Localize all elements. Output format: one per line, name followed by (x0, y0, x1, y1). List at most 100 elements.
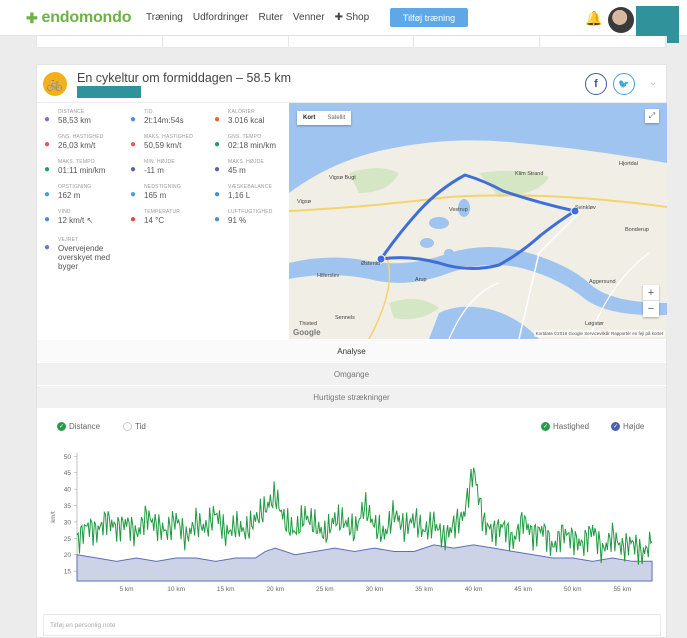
x-axis-toggle-time[interactable]: Tid (123, 422, 146, 431)
bell-icon[interactable]: 🔔 (585, 10, 602, 27)
route-map[interactable]: Kort Satellit ⤢ + − Vigsø Bugt Vigsø Kli… (289, 103, 667, 339)
personal-note-input[interactable]: Tilføj en personlig note (43, 614, 661, 636)
map-place-label: Aggersund (589, 279, 616, 285)
stat-item: ● NEDSTIGNING 165 m (127, 184, 207, 210)
stat-value: 91 % (228, 216, 247, 225)
x-tick-label: 50 km (564, 586, 582, 593)
nav-links: Træning Udfordringer Ruter Venner ✚ Shop (146, 12, 369, 23)
map-canvas (289, 103, 667, 339)
legend-speed-label: Hastighed (553, 422, 590, 431)
tab-laps[interactable]: Omgange (37, 363, 666, 385)
stat-item: ● KALORIER 3.016 kcal (211, 109, 291, 135)
stat-label: VÆSKEBALANCE (228, 184, 273, 190)
x-axis-toggle-distance[interactable]: ✓ Distance (57, 422, 100, 431)
x-tick-label: 20 km (266, 586, 284, 593)
stat-label: VEJRET (58, 237, 79, 243)
series-toggle-elevation[interactable]: ✓ Højde (611, 422, 644, 431)
stat-value: 50,59 km/t (144, 141, 182, 150)
stat-value: 26,03 km/t (58, 141, 96, 150)
stat-item: ● LUFTFUGTIGHED 91 % (211, 209, 291, 235)
stat-label: GNS. TEMPO (228, 134, 262, 140)
tab-analysis[interactable]: Analyse (37, 340, 666, 362)
nav-link-friends[interactable]: Venner (293, 12, 325, 23)
stat-value: 01:11 min/km (58, 166, 106, 175)
stat-item: ● MAKS. HØJDE 45 m (211, 159, 291, 185)
stat-label: KALORIER (228, 109, 255, 115)
gauge-icon: ● (43, 139, 51, 150)
avatar[interactable] (608, 7, 634, 33)
legend-distance-label: Distance (69, 422, 101, 431)
stat-value: 14 °C (144, 216, 165, 225)
analysis-chart[interactable]: 15 20 25 30 35 40 45 50 km/t 5 km 10 km 15 km 20 km 2… (41, 445, 667, 605)
x-tick-label: 40 km (465, 586, 483, 593)
x-tick-label: 35 km (415, 586, 433, 593)
legend-time-label: Tid (135, 422, 146, 431)
top-nav: ✚ endomondo Træning Udfordringer Ruter V… (0, 0, 687, 36)
mountain-icon: ● (129, 164, 137, 175)
map-type-tabs: Kort Satellit (297, 111, 352, 125)
stat-item: ● VÆSKEBALANCE 1,16 L (211, 184, 291, 210)
gauge-icon: ● (43, 164, 51, 175)
zoom-in-button[interactable]: + (643, 285, 659, 301)
map-tab-map[interactable]: Kort (297, 111, 321, 125)
map-place-label: Hjortdal (619, 161, 638, 167)
y-tick-label: 30 (64, 519, 72, 526)
facebook-share-icon[interactable]: f (585, 73, 607, 95)
stat-label: TEMPERATUR (144, 209, 181, 215)
map-attribution[interactable]: Kortdata ©2016 Google Servicevilkår Rapp… (533, 330, 665, 337)
y-tick-label: 50 (64, 454, 72, 461)
x-tick-label: 45 km (514, 586, 532, 593)
drop-icon: ● (213, 189, 221, 200)
map-place-label: Bonderup (625, 227, 649, 233)
fullscreen-icon[interactable]: ⤢ (645, 109, 659, 123)
nav-link-routes[interactable]: Ruter (258, 12, 282, 23)
stat-label: GNS. HASTIGHED (58, 134, 104, 140)
map-place-label: Vestrup (449, 207, 468, 213)
chevron-down-icon[interactable]: ⌄ (649, 77, 657, 88)
add-workout-button[interactable]: Tilføj træning (390, 8, 468, 27)
stat-value: 02:18 min/km (228, 141, 277, 150)
legend-elevation-label: Højde (623, 422, 645, 431)
stat-value: 58,53 km (58, 116, 91, 125)
previous-card-strip (36, 36, 667, 48)
series-elevation-area (76, 544, 653, 582)
stat-value: 165 m (144, 191, 167, 200)
check-icon: ✓ (57, 422, 66, 431)
y-tick-label: 25 (64, 536, 72, 543)
map-place-label: Thisted (299, 321, 318, 327)
stat-item: ● GNS. HASTIGHED 26,03 km/t (41, 134, 121, 160)
logo[interactable]: ✚ endomondo (26, 9, 131, 27)
map-place-label: Sennels (335, 315, 355, 321)
map-place-label: Løgstør (585, 321, 604, 327)
stat-value: 2t:14m:54s (144, 116, 184, 125)
gauge-icon: ● (129, 139, 137, 150)
stat-label: VIND (58, 209, 71, 215)
map-place-label: Vigsø Bugt (329, 175, 356, 181)
tab-fastest-segments[interactable]: Hurtigste strækninger (37, 386, 666, 408)
stat-item: ● MAKS. TEMPO 01:11 min/km (41, 159, 121, 185)
stat-label: LUFTFUGTIGHED (228, 209, 273, 215)
zoom-out-button[interactable]: − (643, 301, 659, 317)
map-place-label: Østerild (361, 261, 380, 267)
stat-item: ● TID 2t:14m:54s (127, 109, 207, 135)
stat-value: Overvejende overskyet med byger (58, 244, 111, 271)
flame-icon: ● (213, 114, 221, 125)
nav-link-challenges[interactable]: Udfordringer (193, 12, 249, 23)
map-place-label: Hillerslev (317, 273, 340, 279)
map-tab-satellite[interactable]: Satellit (321, 111, 351, 125)
under-armour-icon: ✚ (26, 9, 38, 26)
stat-label: TID (144, 109, 153, 115)
map-place-label: Klim Strand (515, 171, 544, 177)
descent-icon: ● (129, 189, 137, 200)
zoom-control: + − (643, 285, 659, 317)
x-tick-label: 5 km (120, 586, 134, 593)
map-google-logo: Google (293, 328, 321, 337)
nav-link-training[interactable]: Træning (146, 12, 183, 23)
shop-label: Shop (345, 12, 370, 23)
twitter-share-icon[interactable]: 🐦 (613, 73, 635, 95)
nav-link-shop[interactable]: ✚ Shop (335, 12, 370, 23)
series-toggle-speed[interactable]: ✓ Hastighed (541, 422, 589, 431)
y-tick-label: 45 (64, 470, 72, 477)
stat-item: ● OPSTIGNING 162 m (41, 184, 121, 210)
gauge-icon: ● (213, 139, 221, 150)
